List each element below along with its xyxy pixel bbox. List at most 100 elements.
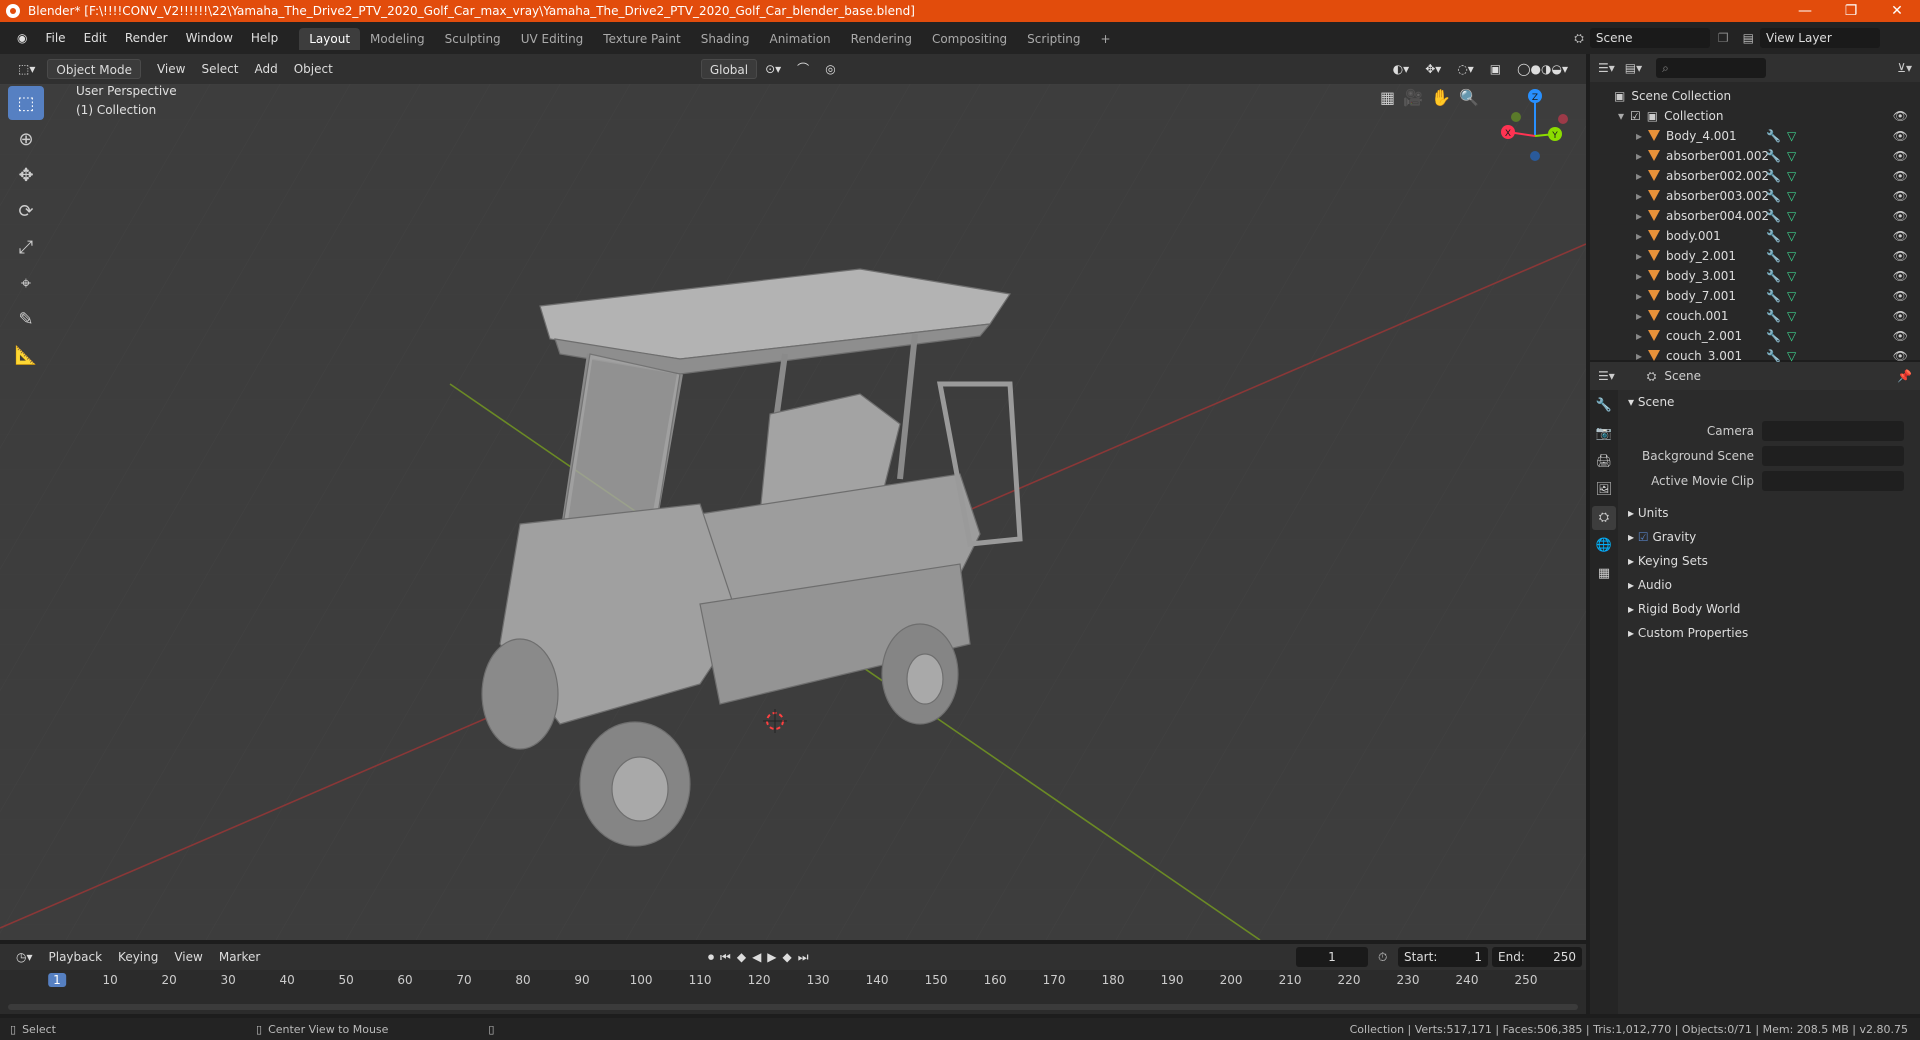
- eye-icon[interactable]: 👁: [1893, 149, 1908, 163]
- tab-animation[interactable]: Animation: [759, 28, 840, 50]
- mesh-data-icon[interactable]: ▽: [1787, 129, 1796, 143]
- expand-icon[interactable]: ▸: [1636, 129, 1642, 143]
- camera-field[interactable]: [1762, 420, 1904, 441]
- menu-object[interactable]: Object: [286, 59, 341, 79]
- shading-modes-icon[interactable]: ◯●◑◒▾: [1509, 59, 1576, 79]
- outliner-item[interactable]: ▸ absorber004.002 🔧 ▽ 👁: [1590, 206, 1920, 226]
- expand-icon[interactable]: ▸: [1636, 309, 1642, 323]
- display-mode-icon[interactable]: ▤▾: [1625, 61, 1642, 75]
- scale-tool-icon[interactable]: ⤢: [8, 230, 44, 264]
- new-scene-icon[interactable]: ❐: [1718, 31, 1729, 45]
- close-button[interactable]: ✕: [1874, 0, 1920, 22]
- mesh-data-icon[interactable]: ▽: [1787, 289, 1796, 303]
- modifier-wrench-icon[interactable]: 🔧: [1766, 349, 1781, 363]
- modifier-wrench-icon[interactable]: 🔧: [1766, 189, 1781, 203]
- expand-icon[interactable]: ▸: [1636, 269, 1642, 283]
- menu-view[interactable]: View: [149, 59, 193, 79]
- grid-view-icon[interactable]: ▦: [1380, 88, 1395, 107]
- expand-icon[interactable]: ▸: [1636, 149, 1642, 163]
- tab-texture-paint[interactable]: Texture Paint: [593, 28, 690, 50]
- checkbox-icon[interactable]: ☑: [1630, 109, 1641, 123]
- jump-start-icon[interactable]: ⏮: [720, 950, 731, 965]
- start-frame-field[interactable]: Start: 1: [1398, 947, 1488, 967]
- timeline-scrollbar[interactable]: [8, 1004, 1578, 1010]
- section-rigid-body-world[interactable]: ▸ Rigid Body World: [1618, 597, 1920, 621]
- modifier-wrench-icon[interactable]: 🔧: [1766, 309, 1781, 323]
- xray-icon[interactable]: ▣: [1482, 59, 1509, 79]
- eye-icon[interactable]: 👁: [1893, 289, 1908, 303]
- mesh-data-icon[interactable]: ▽: [1787, 349, 1796, 363]
- outliner-item[interactable]: ▸ couch_2.001 🔧 ▽ 👁: [1590, 326, 1920, 346]
- play-icon[interactable]: ▶: [767, 950, 776, 965]
- pan-hand-icon[interactable]: ✋: [1431, 88, 1451, 107]
- auto-keying-icon[interactable]: ⏱: [1378, 950, 1387, 965]
- expand-icon[interactable]: ▸: [1636, 229, 1642, 243]
- tab-compositing[interactable]: Compositing: [922, 28, 1017, 50]
- output-tab-icon[interactable]: 🖨: [1592, 450, 1616, 474]
- scene-panel-header[interactable]: ▾ Scene: [1618, 390, 1920, 414]
- modifier-wrench-icon[interactable]: 🔧: [1766, 169, 1781, 183]
- proportional-icon[interactable]: ◎: [817, 59, 843, 79]
- tab-shading[interactable]: Shading: [691, 28, 760, 50]
- jump-end-icon[interactable]: ⏭: [798, 950, 809, 965]
- tab-rendering[interactable]: Rendering: [841, 28, 922, 50]
- mesh-data-icon[interactable]: ▽: [1787, 309, 1796, 323]
- add-workspace-button[interactable]: +: [1091, 28, 1121, 50]
- outliner-item[interactable]: ▸ absorber003.002 🔧 ▽ 👁: [1590, 186, 1920, 206]
- outliner-item[interactable]: ▸ absorber001.002 🔧 ▽ 👁: [1590, 146, 1920, 166]
- eye-icon[interactable]: 👁: [1893, 169, 1908, 183]
- mesh-data-icon[interactable]: ▽: [1787, 329, 1796, 343]
- select-box-tool-icon[interactable]: ⬚: [8, 86, 44, 120]
- eye-icon[interactable]: 👁: [1893, 309, 1908, 323]
- menu-playback[interactable]: Playback: [41, 947, 111, 967]
- blender-menu-icon[interactable]: ◉: [8, 31, 36, 45]
- texture-tab-icon[interactable]: ▦: [1592, 562, 1616, 586]
- section-audio[interactable]: ▸ Audio: [1618, 573, 1920, 597]
- timeline-editor-icon[interactable]: ◷▾: [8, 947, 41, 967]
- modifier-wrench-icon[interactable]: 🔧: [1766, 249, 1781, 263]
- eye-icon[interactable]: 👁: [1893, 349, 1908, 363]
- outliner-item[interactable]: ▸ couch.001 🔧 ▽ 👁: [1590, 306, 1920, 326]
- gravity-checkbox[interactable]: ☑: [1638, 530, 1649, 544]
- record-icon[interactable]: ⏺: [708, 950, 714, 965]
- play-reverse-icon[interactable]: ◀: [752, 950, 761, 965]
- tool-tab-icon[interactable]: 🔧: [1592, 394, 1616, 418]
- outliner-scene-collection[interactable]: ▣ Scene Collection: [1590, 86, 1920, 106]
- menu-file[interactable]: File: [36, 31, 74, 45]
- expand-icon[interactable]: ▸: [1636, 329, 1642, 343]
- expand-icon[interactable]: ▸: [1636, 249, 1642, 263]
- editor-type-icon[interactable]: ⬚▾: [10, 59, 43, 79]
- outliner-item[interactable]: ▸ body_7.001 🔧 ▽ 👁: [1590, 286, 1920, 306]
- eye-icon[interactable]: 👁: [1893, 229, 1908, 243]
- tab-sculpting[interactable]: Sculpting: [435, 28, 511, 50]
- current-frame-field[interactable]: 1: [1296, 947, 1368, 967]
- mesh-data-icon[interactable]: ▽: [1787, 269, 1796, 283]
- render-tab-icon[interactable]: 📷: [1592, 422, 1616, 446]
- mesh-data-icon[interactable]: ▽: [1787, 149, 1796, 163]
- world-tab-icon[interactable]: 🌐: [1592, 534, 1616, 558]
- annotate-tool-icon[interactable]: ✎: [8, 302, 44, 336]
- rotate-tool-icon[interactable]: ⟳: [8, 194, 44, 228]
- tab-scripting[interactable]: Scripting: [1017, 28, 1090, 50]
- expand-icon[interactable]: ▸: [1636, 289, 1642, 303]
- outliner-search-input[interactable]: ⌕: [1656, 58, 1767, 78]
- outliner-editor-icon[interactable]: ☰▾: [1598, 61, 1615, 75]
- eye-icon[interactable]: 👁: [1893, 249, 1908, 263]
- view-layer-tab-icon[interactable]: 🖼: [1592, 478, 1616, 502]
- outliner-item[interactable]: ▸ body.001 🔧 ▽ 👁: [1590, 226, 1920, 246]
- overlay-icon[interactable]: ◌▾: [1449, 59, 1482, 79]
- snap-icon[interactable]: ⌒: [789, 59, 817, 79]
- section-custom-properties[interactable]: ▸ Custom Properties: [1618, 621, 1920, 645]
- eye-icon[interactable]: 👁: [1893, 129, 1908, 143]
- modifier-wrench-icon[interactable]: 🔧: [1766, 329, 1781, 343]
- menu-edit[interactable]: Edit: [75, 31, 116, 45]
- mesh-data-icon[interactable]: ▽: [1787, 189, 1796, 203]
- outliner-item[interactable]: ▸ Body_4.001 🔧 ▽ 👁: [1590, 126, 1920, 146]
- outliner-item[interactable]: ▸ body_2.001 🔧 ▽ 👁: [1590, 246, 1920, 266]
- movie-clip-field[interactable]: [1762, 470, 1904, 491]
- maximize-button[interactable]: ❐: [1828, 0, 1874, 22]
- visibility-icon[interactable]: ◐▾: [1385, 59, 1418, 79]
- measure-tool-icon[interactable]: 📐: [8, 338, 44, 372]
- expand-icon[interactable]: ▸: [1636, 169, 1642, 183]
- section-keying-sets[interactable]: ▸ Keying Sets: [1618, 549, 1920, 573]
